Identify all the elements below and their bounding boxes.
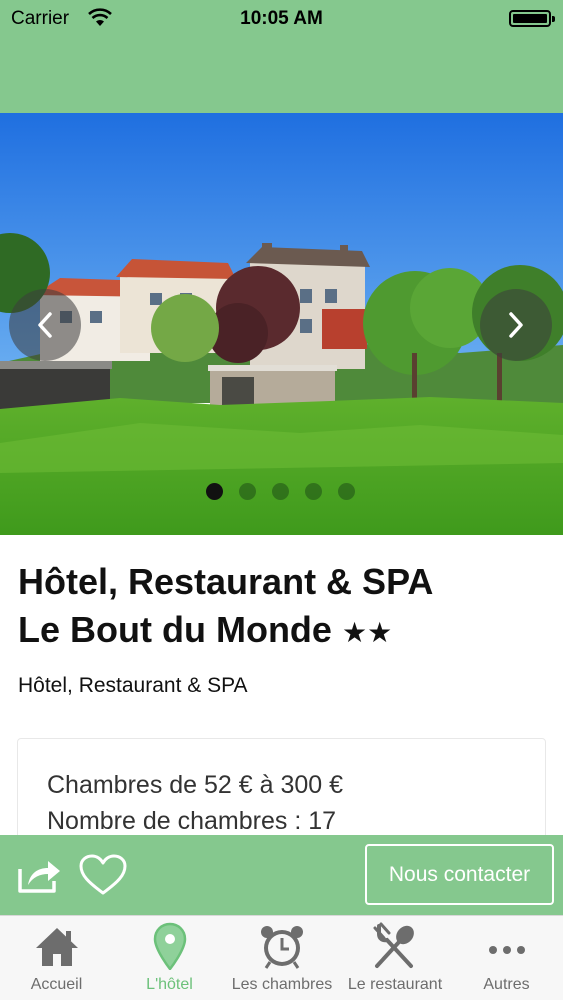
- fork-spoon-icon: [373, 922, 414, 968]
- tab-restaurant-label: Le restaurant: [347, 976, 443, 993]
- rooms-price: Chambres de 52 € à 300 €: [47, 771, 344, 799]
- tab-more[interactable]: Autres: [450, 916, 563, 1000]
- hotel-stars: ★★: [341, 617, 393, 648]
- tab-home-label: Accueil: [30, 976, 83, 993]
- chevron-left-icon: [38, 312, 52, 338]
- tab-bar: Accueil L'hôtel Les chambres Le restaura…: [0, 915, 563, 1000]
- map-pin-icon: [153, 922, 186, 970]
- carousel-page-indicator[interactable]: [206, 483, 355, 500]
- hotel-subtitle: Hôtel, Restaurant & SPA: [18, 674, 248, 697]
- carousel-dot[interactable]: [338, 483, 355, 500]
- photo-carousel[interactable]: [0, 113, 563, 535]
- alarm-clock-icon: [261, 926, 303, 969]
- share-icon[interactable]: [16, 855, 62, 895]
- hotel-title-line2: Le Bout du Monde ★★: [18, 606, 548, 657]
- tab-rooms-label: Les chambres: [231, 976, 333, 993]
- carousel-prev-button[interactable]: [9, 289, 81, 361]
- carousel-dot[interactable]: [272, 483, 289, 500]
- tab-rooms[interactable]: Les chambres: [224, 916, 340, 1000]
- hotel-title: Hôtel, Restaurant & SPA Le Bout du Monde…: [18, 558, 548, 657]
- rooms-count: Nombre de chambres : 17: [47, 807, 337, 835]
- carousel-dot[interactable]: [305, 483, 322, 500]
- home-icon: [35, 928, 78, 966]
- heart-icon[interactable]: [78, 853, 128, 897]
- contact-button[interactable]: Nous contacter: [365, 844, 554, 905]
- tab-restaurant[interactable]: Le restaurant: [340, 916, 450, 1000]
- carousel-next-button[interactable]: [480, 289, 552, 361]
- status-time: 10:05 AM: [240, 8, 323, 29]
- app-header: Carrier 10:05 AM: [0, 0, 563, 113]
- more-icon: [488, 946, 525, 954]
- action-bar: Nous contacter: [0, 835, 563, 915]
- tab-hotel-label: L'hôtel: [146, 976, 193, 993]
- status-bar: Carrier 10:05 AM: [0, 0, 563, 40]
- tab-hotel[interactable]: L'hôtel: [113, 916, 226, 1000]
- tab-home[interactable]: Accueil: [0, 916, 113, 1000]
- chevron-right-icon: [509, 312, 523, 338]
- hotel-title-line1: Hôtel, Restaurant & SPA: [18, 561, 434, 602]
- tab-more-label: Autres: [483, 976, 530, 993]
- hotel-photo: [0, 113, 563, 535]
- battery-icon: [509, 10, 555, 27]
- carousel-dot[interactable]: [239, 483, 256, 500]
- hotel-name: Le Bout du Monde: [18, 609, 332, 650]
- carousel-dot[interactable]: [206, 483, 223, 500]
